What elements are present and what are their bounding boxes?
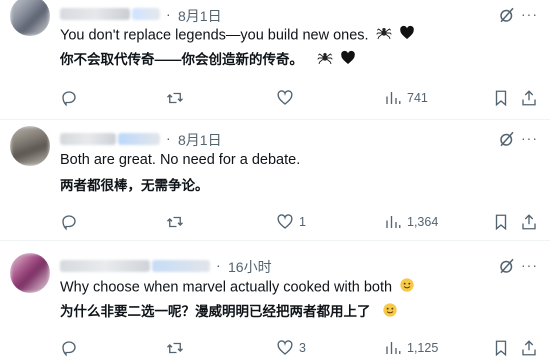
post-actions: 3 1,125 (60, 338, 538, 358)
post-actions: 1 1,364 (60, 212, 538, 232)
bookmark-icon (495, 90, 507, 107)
like-button[interactable]: 3 (276, 338, 306, 358)
post-1[interactable]: · 8月1日 ··· You don't replace legends—you… (0, 0, 550, 120)
smiling-face-icon (382, 302, 398, 323)
author-handle-redacted[interactable] (152, 260, 210, 272)
views-chart-icon (386, 92, 401, 104)
black-heart-icon (340, 50, 356, 71)
avatar[interactable] (10, 126, 50, 166)
reply-button[interactable] (60, 338, 83, 358)
reply-button[interactable] (60, 212, 83, 232)
post-time[interactable]: 8月1日 (178, 130, 222, 150)
separator-dot: · (216, 257, 221, 273)
post-text-english: You don't replace legends—you build new … (60, 25, 415, 46)
heart-icon (277, 214, 293, 229)
author-handle-redacted[interactable] (118, 133, 160, 145)
views-button[interactable]: 1,364 (384, 212, 438, 232)
reply-icon (62, 341, 76, 357)
post-text-english: Both are great. No need for a debate. (60, 152, 301, 168)
avatar[interactable] (10, 253, 50, 293)
views-chart-icon (386, 342, 401, 354)
post-text-translation: 你不会取代传奇——你会创造新的传奇。 (60, 52, 303, 68)
reply-icon (62, 215, 76, 231)
heart-icon (277, 90, 293, 105)
bookmark-button[interactable] (492, 338, 510, 358)
bookmark-icon (495, 214, 507, 231)
post-3[interactable]: · 16小时 ··· Why choose when marvel actual… (0, 241, 550, 361)
more-options-button[interactable]: ··· (521, 257, 538, 273)
share-button[interactable] (520, 88, 538, 108)
author-name-redacted[interactable] (60, 260, 150, 272)
post-text-chinese: 你不会取代传奇——你会创造新的传奇。 (60, 50, 356, 71)
author-handle-redacted[interactable] (132, 8, 160, 20)
post-text-english: Why choose when marvel actually cooked w… (60, 277, 415, 298)
more-options-button[interactable]: ··· (521, 6, 538, 22)
post-actions: 741 (60, 88, 538, 108)
more-options-button[interactable]: ··· (521, 130, 538, 146)
separator-dot: · (166, 6, 171, 22)
bookmark-button[interactable] (492, 88, 510, 108)
post-time[interactable]: 8月1日 (178, 6, 222, 26)
post-text: You don't replace legends—you build new … (60, 27, 369, 44)
share-button[interactable] (520, 338, 538, 358)
author-name-redacted[interactable] (60, 8, 130, 20)
separator-dot: · (166, 130, 171, 146)
post-text: Why choose when marvel actually cooked w… (60, 279, 393, 296)
views-count: 1,125 (407, 341, 439, 355)
share-button[interactable] (520, 212, 538, 232)
share-icon (522, 340, 536, 356)
views-button[interactable]: 741 (384, 88, 428, 108)
bookmark-icon (495, 340, 507, 357)
share-icon (522, 90, 536, 106)
post-time[interactable]: 16小时 (228, 257, 272, 277)
repost-icon (167, 92, 183, 104)
repost-icon (167, 342, 183, 354)
like-button[interactable]: 1 (276, 212, 306, 232)
like-button[interactable] (276, 88, 299, 108)
repost-button[interactable] (166, 88, 189, 108)
like-count: 1 (299, 215, 306, 229)
post-text-chinese: 两者都很棒，无需争论。 (60, 178, 209, 193)
share-icon (522, 214, 536, 230)
smiling-face-icon (399, 277, 415, 298)
like-count: 3 (299, 341, 306, 355)
repost-button[interactable] (166, 212, 189, 232)
bookmark-button[interactable] (492, 212, 510, 232)
views-count: 1,364 (407, 215, 439, 229)
views-button[interactable]: 1,125 (384, 338, 438, 358)
post-text-chinese: 为什么非要二选一呢？漫威明明已经把两者都用上了 (60, 302, 398, 323)
post-text-translation: 为什么非要二选一呢？漫威明明已经把两者都用上了 (60, 304, 371, 320)
black-heart-icon (399, 25, 415, 46)
grok-icon[interactable] (498, 130, 516, 148)
views-chart-icon (386, 216, 401, 228)
author-name-redacted[interactable] (60, 133, 116, 145)
heart-icon (277, 340, 293, 355)
post-2[interactable]: · 8月1日 ··· Both are great. No need for a… (0, 120, 550, 240)
reply-icon (62, 91, 76, 107)
avatar[interactable] (10, 0, 50, 36)
spider-icon (375, 25, 392, 46)
reply-button[interactable] (60, 88, 83, 108)
grok-icon[interactable] (498, 6, 516, 24)
grok-icon[interactable] (498, 257, 516, 275)
repost-button[interactable] (166, 338, 189, 358)
spider-icon (317, 50, 333, 71)
views-count: 741 (407, 91, 428, 105)
repost-icon (167, 216, 183, 228)
